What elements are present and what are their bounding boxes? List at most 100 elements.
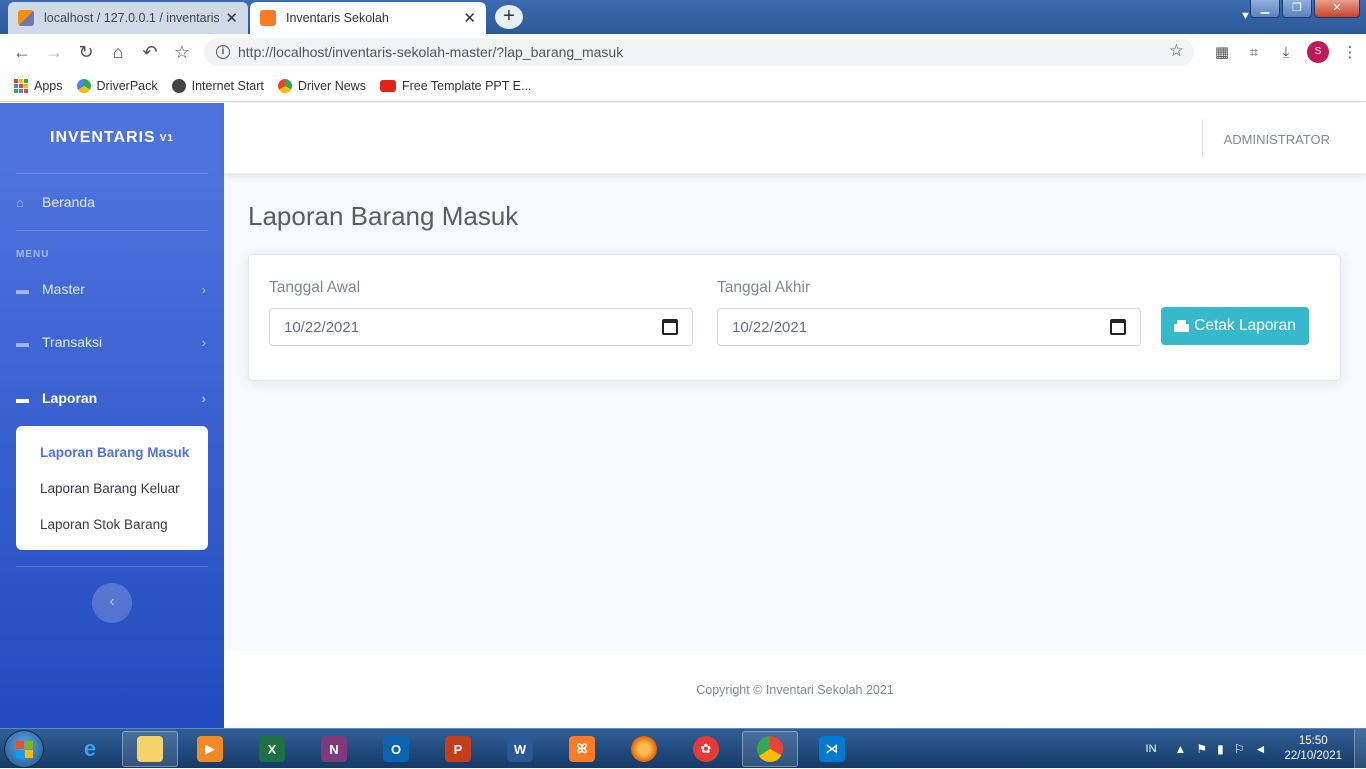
close-tab-icon[interactable]: ✕: [463, 9, 476, 27]
clock-time: 15:50: [1298, 735, 1328, 747]
youtube-icon: [379, 79, 396, 92]
bookmark-free-template[interactable]: Free Template PPT E...: [379, 78, 532, 93]
ie-taskbar-button[interactable]: e: [62, 731, 118, 767]
volume-icon[interactable]: ◄: [1255, 742, 1267, 756]
calendar-icon[interactable]: [1110, 319, 1126, 335]
folder-icon: ▬: [16, 281, 29, 297]
bookmark-label: Apps: [34, 78, 63, 93]
word-taskbar-button[interactable]: W: [492, 731, 548, 767]
filter-card: Tanggal Awal 10/22/2021 Tanggal Akhir 10…: [248, 254, 1341, 381]
folder-icon: ▬: [16, 334, 29, 350]
word-icon: W: [507, 736, 533, 762]
sidebar-item-transaksi[interactable]: ▬ Transaksi ›: [0, 314, 224, 370]
bookmark-label: Free Template PPT E...: [401, 78, 532, 93]
bookmark-label: Internet Start: [191, 78, 264, 93]
maximize-button[interactable]: ❐: [1282, 0, 1312, 18]
address-bar[interactable]: i http://localhost/inventaris-sekolah-ma…: [204, 38, 1194, 66]
app-taskbar-button[interactable]: ✿: [678, 731, 734, 767]
submenu-item-barang-masuk[interactable]: Laporan Barang Masuk: [16, 434, 208, 470]
home-icon[interactable]: ⌂: [102, 42, 134, 63]
close-window-button[interactable]: ✕: [1314, 0, 1360, 18]
sidebar-item-label: Beranda: [42, 194, 95, 210]
firefox-taskbar-button[interactable]: [616, 731, 672, 767]
reload-icon[interactable]: ↻: [70, 42, 102, 63]
user-menu[interactable]: ADMINISTRATOR: [1224, 132, 1330, 147]
start-date-group: Tanggal Awal 10/22/2021: [269, 279, 693, 346]
battery-icon[interactable]: ▮: [1217, 742, 1224, 756]
onenote-taskbar-button[interactable]: N: [306, 731, 362, 767]
footer: Copyright © Inventari Sekolah 2021: [224, 651, 1366, 728]
menu-icon[interactable]: ⋮: [1334, 43, 1366, 61]
download-icon[interactable]: ⤓: [1270, 44, 1302, 61]
tray-expand-icon[interactable]: ▲: [1175, 742, 1187, 756]
site-info-icon[interactable]: i: [216, 45, 230, 59]
sidebar-item-laporan[interactable]: ▬ Laporan ›: [0, 370, 224, 426]
browser-tab-inventaris[interactable]: Inventaris Sekolah ✕: [250, 2, 486, 34]
media-taskbar-button[interactable]: ▶: [182, 731, 238, 767]
bookmark-page-icon[interactable]: ☆: [1169, 41, 1184, 61]
undo-icon[interactable]: ↶: [134, 42, 166, 63]
folder-open-icon: ▬: [16, 390, 29, 406]
topbar-divider: [1202, 119, 1203, 157]
outlook-icon: O: [383, 736, 409, 762]
windows-taskbar: e ▶ X N O P W ꕤ ✿ ⋊ IN ▲ ⚑ ▮ ⚐ ◄ 15:50 2…: [0, 728, 1366, 769]
sidebar: INVENTARIS V1 ⌂ Beranda MENU ▬ Master › ▬…: [0, 103, 224, 728]
globe-icon: [171, 78, 186, 93]
close-tab-icon[interactable]: ✕: [225, 9, 238, 27]
powerpoint-icon: P: [445, 736, 471, 762]
chevron-down-icon: ›: [201, 390, 206, 406]
network-icon[interactable]: ⚑: [1196, 742, 1207, 756]
powerpoint-taskbar-button[interactable]: P: [430, 731, 486, 767]
driverpack-icon: [76, 78, 91, 93]
app-icon: ✿: [693, 736, 719, 762]
bookmark-driver-news[interactable]: Driver News: [277, 78, 366, 93]
profile-avatar[interactable]: S: [1307, 41, 1329, 63]
minimize-button[interactable]: ▁: [1250, 0, 1280, 18]
media-player-icon: ▶: [197, 736, 223, 762]
start-date-input[interactable]: 10/22/2021: [269, 308, 693, 346]
browser-titlebar: localhost / 127.0.0.1 / inventaris_s ✕ I…: [0, 0, 1366, 34]
forward-icon[interactable]: →: [38, 42, 70, 63]
chevron-right-icon: ›: [201, 334, 206, 350]
submenu-item-barang-keluar[interactable]: Laporan Barang Keluar: [16, 470, 208, 506]
language-indicator[interactable]: IN: [1146, 743, 1157, 755]
printer-icon: [1174, 319, 1190, 333]
calendar-icon[interactable]: [662, 319, 678, 335]
submenu-item-stok-barang[interactable]: Laporan Stok Barang: [16, 506, 208, 542]
sidebar-toggle-button[interactable]: ‹: [92, 583, 132, 623]
bookmark-internet-start[interactable]: Internet Start: [171, 78, 264, 93]
browser-tab-phpmyadmin[interactable]: localhost / 127.0.0.1 / inventaris_s ✕: [8, 2, 248, 34]
copyright-text: Copyright © Inventari Sekolah 2021: [696, 683, 894, 697]
explorer-taskbar-button[interactable]: [122, 731, 178, 767]
end-date-label: Tanggal Akhir: [717, 279, 811, 296]
system-clock[interactable]: 15:50 22/10/2021: [1284, 734, 1342, 764]
vscode-taskbar-button[interactable]: ⋊: [804, 731, 860, 767]
vscode-icon: ⋊: [819, 736, 845, 762]
url-text: http://localhost/inventaris-sekolah-mast…: [238, 44, 624, 60]
bookmark-driverpack[interactable]: DriverPack: [76, 78, 158, 93]
sidebar-item-master[interactable]: ▬ Master ›: [0, 264, 224, 314]
home-icon: ⌂: [16, 194, 24, 210]
flag-icon[interactable]: ⚐: [1234, 742, 1245, 756]
show-desktop-button[interactable]: [1354, 729, 1366, 769]
start-button[interactable]: [4, 730, 44, 768]
extensions-icon[interactable]: ▦: [1206, 43, 1238, 61]
print-report-button[interactable]: Cetak Laporan: [1161, 307, 1309, 345]
excel-taskbar-button[interactable]: X: [244, 731, 300, 767]
sidebar-item-beranda[interactable]: ⌂ Beranda: [0, 174, 224, 230]
bookmark-label: Driver News: [297, 78, 366, 93]
xampp-taskbar-button[interactable]: ꕤ: [554, 731, 610, 767]
bookmark-apps[interactable]: Apps: [14, 78, 63, 93]
sidebar-brand[interactable]: INVENTARIS V1: [0, 103, 224, 173]
back-icon[interactable]: ←: [6, 42, 38, 63]
bookmark-star-icon[interactable]: ☆: [166, 42, 198, 63]
phpmyadmin-icon: [18, 10, 34, 26]
crop-icon[interactable]: ⌗: [1238, 44, 1270, 61]
chrome-taskbar-button[interactable]: [742, 731, 798, 767]
outlook-taskbar-button[interactable]: O: [368, 731, 424, 767]
print-button-label: Cetak Laporan: [1194, 317, 1296, 334]
end-date-input[interactable]: 10/22/2021: [717, 308, 1141, 346]
new-tab-button[interactable]: +: [495, 5, 523, 29]
laporan-submenu: Laporan Barang Masuk Laporan Barang Kelu…: [16, 426, 208, 550]
end-date-value: 10/22/2021: [732, 318, 808, 336]
